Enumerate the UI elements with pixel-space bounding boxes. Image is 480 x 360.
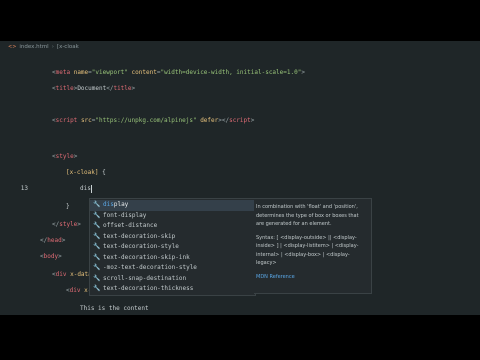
suggestion-item[interactable]: 🔧 text-decoration-style [90,242,255,253]
property-wrench-icon: 🔧 [93,274,101,282]
code-token: title [113,85,132,92]
suggestion-item[interactable]: 🔧 offset-distance [90,221,255,232]
suggestion-match: dis [103,201,114,208]
property-wrench-icon: 🔧 [93,201,101,208]
breadcrumb-item[interactable]: [x-cloak [57,44,79,50]
suggestion-label: offset-distance [103,222,158,229]
text-cursor [90,184,92,193]
code-text: <div x- [66,286,91,296]
code-token: name [73,69,89,76]
breadcrumb: <> index.html › [x-cloak [8,44,79,50]
breadcrumb-separator: › [51,44,54,50]
suggestion-item[interactable]: 🔧 text-decoration-thickness [90,284,255,295]
code-token: dis [80,185,91,192]
suggestion-item[interactable]: 🔧 display [90,200,255,211]
code-text: <style> [52,152,77,162]
property-wrench-icon: 🔧 [93,211,101,219]
code-token: > [250,117,255,124]
suggestion-docs-panel: In combination with 'float' and 'positio… [254,198,372,294]
html-file-icon: <> [8,44,17,50]
code-token: "viewport" [91,69,128,76]
code-token: "width=device-width, initial-scale=1.0" [160,69,302,76]
code-token: > [77,221,81,228]
breadcrumb-file[interactable]: index.html [19,44,48,50]
suggestion-label: play [113,201,129,208]
property-wrench-icon: 🔧 [93,253,101,261]
code-token: "https://unpkg.com/alpinejs" [95,117,197,124]
code-token: content [131,69,157,76]
code-text: <script src="https://unpkg.com/alpinejs"… [52,116,254,126]
code-token: > [58,253,62,260]
code-text: <meta name="viewport" content="width=dev… [52,68,305,78]
code-token: [x-cloak] [66,169,99,176]
code-token: This is the content [80,305,149,312]
code-token: body [43,253,59,260]
suggestion-label: scroll-snap-destination [103,274,187,282]
code-token: div [55,271,67,278]
suggestion-item[interactable]: 🔧 scroll-snap-destination [90,274,255,285]
code-token: src [80,117,92,124]
property-wrench-icon: 🔧 [93,243,101,250]
line-number: 13 [20,185,28,192]
code-token: meta [55,69,71,76]
code-text: [x-cloak] { [66,168,106,178]
docs-syntax: Syntax: [ <display-outside> || <display-… [256,234,359,267]
suggestion-label: text-decoration-thickness [103,285,194,292]
suggestion-label: font-display [103,211,147,219]
code-token: defer [200,117,219,124]
suggestion-item[interactable]: 🔧 text-decoration-skip [90,232,255,243]
code-text: } [66,202,70,212]
code-text: <title>Document</title> [52,84,135,94]
code-token: head [47,237,62,244]
code-text: dis [80,184,92,194]
property-wrench-icon: 🔧 [93,264,101,271]
autocomplete-suggestions[interactable]: 🔧 display 🔧 font-display 🔧 offset-distance 🔧 te… [89,198,256,296]
code-token: > [73,153,78,160]
code-token: ></ [218,117,230,124]
code-text: <body> [40,252,62,262]
code-text: </style> [52,220,81,230]
suggestion-label: -moz-text-decoration-style [103,264,197,271]
code-text: <div x-data [52,270,92,280]
code-token: style [59,221,78,228]
suggestion-item[interactable]: 🔧 -moz-text-decoration-style [90,263,255,274]
suggestion-item[interactable]: 🔧 font-display [90,211,255,222]
code-token: Document [77,85,107,92]
code-token: div [69,287,81,294]
code-text: </head> [40,236,65,246]
suggestion-label: text-decoration-skip-ink [103,253,190,261]
suggestion-item[interactable]: 🔧 text-decoration-skip-ink [90,253,255,264]
code-token: style [55,153,74,160]
code-token: script [229,117,251,124]
mdn-reference-link[interactable]: MDN Reference [256,273,368,282]
property-wrench-icon: 🔧 [93,232,101,240]
property-wrench-icon: 🔧 [93,285,101,292]
code-token: > [61,237,66,244]
suggestion-label: text-decoration-style [103,243,179,250]
code-token: script [55,117,78,124]
code-token: > [301,69,305,76]
code-token: } [66,203,70,210]
code-text: This is the content [80,304,149,314]
property-wrench-icon: 🔧 [93,222,101,229]
code-token: title [55,85,74,92]
code-token: { [98,169,106,176]
suggestion-label: text-decoration-skip [103,232,176,240]
code-token: > [131,85,136,92]
docs-description: In combination with 'float' and 'positio… [256,204,359,227]
